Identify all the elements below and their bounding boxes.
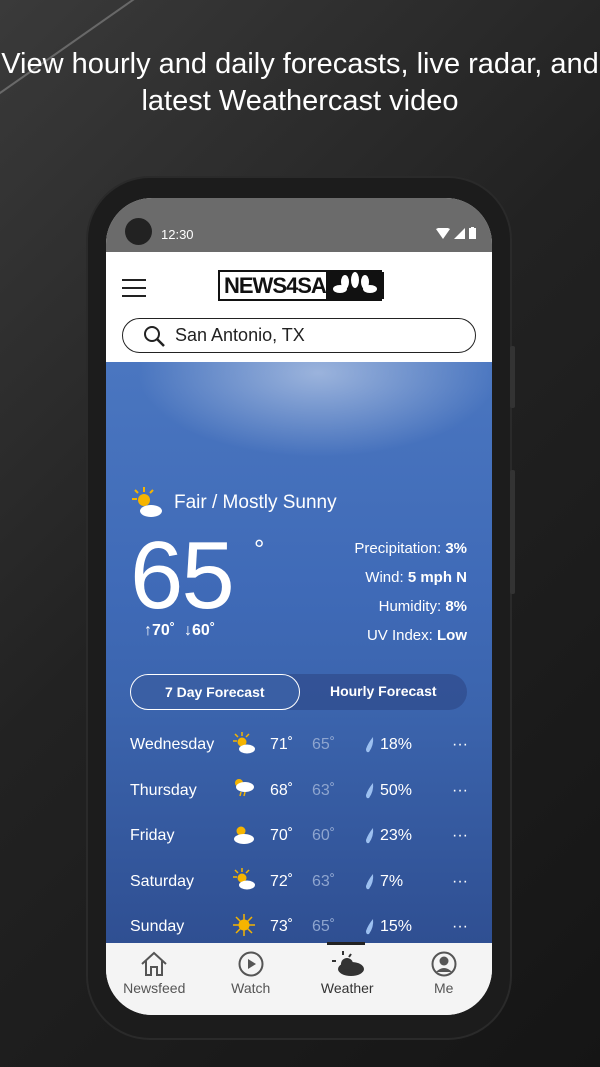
nav-weather[interactable]: Weather — [299, 942, 396, 1015]
partly-sunny-icon — [232, 868, 270, 895]
condition-text: Fair / Mostly Sunny — [174, 492, 337, 513]
partly-sunny-icon — [232, 731, 270, 759]
status-bar: 12:30 — [106, 198, 492, 252]
nav-watch[interactable]: Watch — [203, 943, 300, 1015]
forecast-low: 63˚ — [312, 872, 336, 890]
forecast-high: 68˚ — [270, 781, 294, 799]
forecast-high: 73˚ — [270, 918, 294, 935]
raindrop-icon — [366, 737, 374, 753]
uv-value: Low — [437, 627, 467, 644]
more-options-icon[interactable]: ··· — [448, 827, 468, 845]
more-options-icon[interactable]: ··· — [448, 736, 468, 754]
forecast-row[interactable]: Thursday 68˚ 63˚ 50% ··· — [130, 776, 470, 806]
forecast-low: 63˚ — [312, 781, 336, 799]
search-icon — [144, 325, 165, 347]
phone-side-button — [510, 346, 515, 408]
profile-icon — [431, 951, 457, 977]
promo-headline: View hourly and daily forecasts, live ra… — [1, 48, 599, 117]
weather-panel: Fair / Mostly Sunny 65 ° ↑70˚ ↓60˚ Preci… — [106, 362, 492, 943]
high-low: ↑70˚ ↓60˚ — [144, 622, 215, 640]
forecast-day: Thursday — [130, 781, 197, 799]
low-temp: ↓60˚ — [184, 622, 216, 639]
degree-symbol: ° — [254, 534, 265, 564]
wifi-icon — [436, 227, 450, 239]
location-search-input[interactable]: San Antonio, TX — [122, 318, 476, 353]
camera-cutout — [125, 218, 152, 245]
status-time: 12:30 — [161, 227, 194, 242]
forecast-toggle: 7 Day Forecast Hourly Forecast — [130, 674, 467, 710]
hamburger-menu-icon[interactable] — [122, 279, 146, 303]
peacock-logo-icon — [325, 272, 384, 299]
more-options-icon[interactable]: ··· — [448, 918, 468, 936]
forecast-row[interactable]: Wednesday 71˚ 65˚ 18% ··· — [130, 730, 470, 760]
nav-me[interactable]: Me — [396, 943, 493, 1015]
forecast-precip: 18% — [380, 736, 413, 753]
mostly-cloudy-icon — [232, 823, 270, 850]
forecast-day: Sunday — [130, 918, 185, 935]
forecast-precip: 15% — [380, 918, 413, 935]
app-header: NEWS4SA San Antonio, TX — [106, 252, 492, 362]
news4sa-logo: NEWS4SA — [218, 270, 384, 301]
humidity-value: 8% — [445, 598, 467, 615]
rain-icon — [232, 777, 270, 804]
partly-sunny-icon — [132, 487, 162, 517]
more-options-icon[interactable]: ··· — [448, 782, 468, 800]
sunny-icon — [232, 913, 270, 941]
precipitation-value: 3% — [445, 540, 467, 557]
forecast-row[interactable]: Saturday 72˚ 63˚ 7% ··· — [130, 867, 470, 897]
signal-icon — [454, 227, 465, 239]
forecast-day: Saturday — [130, 872, 195, 890]
conditions-details: Precipitation: 3% Wind: 5 mph N Humidity… — [354, 540, 467, 644]
raindrop-icon — [366, 782, 374, 798]
forecast-precip: 7% — [380, 872, 404, 890]
forecast-day: Friday — [130, 827, 175, 844]
raindrop-icon — [366, 873, 374, 889]
home-icon — [141, 951, 167, 976]
sky-background — [106, 362, 492, 472]
high-temp: ↑70˚ — [144, 622, 176, 639]
forecast-precip: 50% — [380, 781, 413, 799]
forecast-day: Wednesday — [130, 736, 215, 753]
raindrop-icon — [366, 828, 374, 844]
weather-cloud-icon — [332, 951, 365, 976]
forecast-row[interactable]: Sunday 73˚ 65˚ 15% ··· — [130, 912, 470, 942]
bottom-nav: Newsfeed Watch Weather Me — [106, 942, 493, 1015]
phone-screen: 12:30 NEWS4SA San Antonio, TX Fair / Mos… — [106, 198, 492, 1015]
tab-7-day-forecast[interactable]: 7 Day Forecast — [130, 674, 300, 710]
raindrop-icon — [366, 919, 374, 935]
more-options-icon[interactable]: ··· — [448, 873, 468, 891]
current-temperature: 65 — [130, 522, 235, 629]
tab-hourly-forecast[interactable]: Hourly Forecast — [300, 674, 468, 710]
forecast-high: 71˚ — [270, 736, 294, 753]
forecast-precip: 23% — [380, 827, 413, 844]
forecast-low: 60˚ — [312, 827, 336, 844]
forecast-low: 65˚ — [312, 918, 336, 935]
forecast-high: 72˚ — [270, 872, 294, 890]
battery-icon — [469, 227, 476, 239]
forecast-row[interactable]: Friday 70˚ 60˚ 23% ··· — [130, 821, 470, 851]
play-icon — [238, 951, 264, 977]
phone-volume-button — [510, 470, 515, 594]
search-value: San Antonio, TX — [175, 325, 305, 345]
forecast-low: 65˚ — [312, 736, 336, 753]
forecast-high: 70˚ — [270, 827, 294, 844]
nav-newsfeed[interactable]: Newsfeed — [106, 943, 203, 1015]
wind-value: 5 mph N — [407, 569, 467, 586]
